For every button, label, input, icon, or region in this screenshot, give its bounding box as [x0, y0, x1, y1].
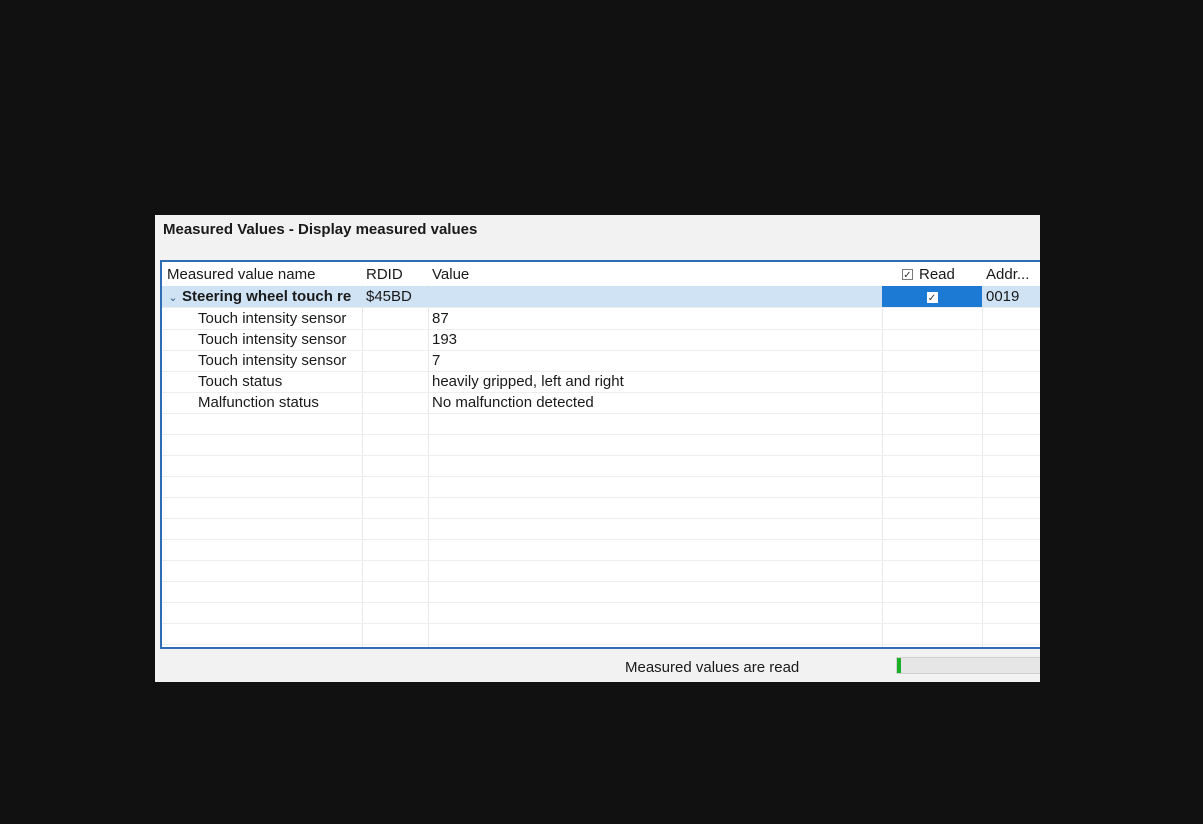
empty-row	[162, 455, 1040, 477]
group-name-cell: ⌄ Steering wheel touch re	[162, 286, 362, 307]
row-value: No malfunction detected	[432, 394, 594, 411]
table-header: Measured value name RDID Value ✓ Read Add…	[162, 264, 1040, 285]
column-header-read-label: Read	[919, 266, 955, 283]
empty-row	[162, 476, 1040, 498]
progress-bar	[896, 657, 1040, 674]
row-name: Touch status	[198, 373, 283, 390]
table-row[interactable]: Touch intensity sensor 87	[162, 308, 1040, 330]
empty-row	[162, 497, 1040, 519]
progress-fill	[897, 658, 902, 673]
row-value: heavily gripped, left and right	[432, 373, 624, 390]
empty-row	[162, 434, 1040, 456]
table-row[interactable]: Malfunction status No malfunction detect…	[162, 392, 1040, 414]
measured-values-window: Measured Values - Display measured value…	[155, 215, 1040, 682]
chevron-down-icon[interactable]: ⌄	[166, 288, 180, 307]
row-name: Touch intensity sensor	[198, 310, 347, 327]
empty-row	[162, 581, 1040, 603]
read-all-checkbox-icon[interactable]: ✓	[902, 268, 913, 281]
group-read-cell[interactable]: ✓	[882, 286, 982, 307]
table-row[interactable]: Touch intensity sensor 7	[162, 350, 1040, 372]
empty-row	[162, 518, 1040, 540]
empty-row	[162, 623, 1040, 645]
table-row[interactable]: Touch status heavily gripped, left and r…	[162, 371, 1040, 393]
empty-row	[162, 539, 1040, 561]
row-name: Touch intensity sensor	[198, 331, 347, 348]
group-address: 0019	[986, 288, 1020, 305]
column-header-value[interactable]: Value	[428, 264, 882, 285]
empty-row	[162, 560, 1040, 582]
measured-values-table[interactable]: Measured value name RDID Value ✓ Read Add…	[160, 260, 1040, 649]
status-text: Measured values are read	[625, 659, 800, 676]
column-header-read[interactable]: ✓ Read	[882, 264, 982, 285]
row-value: 87	[432, 310, 449, 327]
group-name: Steering wheel touch re	[182, 288, 352, 305]
table-row[interactable]: Touch intensity sensor 193	[162, 329, 1040, 351]
group-rdid: $45BD	[366, 288, 412, 305]
empty-row	[162, 413, 1040, 435]
group-row[interactable]: ⌄ Steering wheel touch re $45BD ✓ 0019	[162, 286, 1040, 308]
row-name: Touch intensity sensor	[198, 352, 347, 369]
empty-row	[162, 602, 1040, 624]
column-header-name[interactable]: Measured value name	[162, 264, 362, 285]
column-header-address[interactable]: Addr...	[982, 264, 1040, 285]
row-name: Malfunction status	[198, 394, 319, 411]
read-checkbox-icon[interactable]: ✓	[926, 291, 938, 304]
row-value: 7	[432, 352, 441, 369]
window-title: Measured Values - Display measured value…	[163, 221, 478, 238]
row-value: 193	[432, 331, 458, 348]
group-value	[428, 286, 882, 307]
column-header-rdid[interactable]: RDID	[362, 264, 428, 285]
